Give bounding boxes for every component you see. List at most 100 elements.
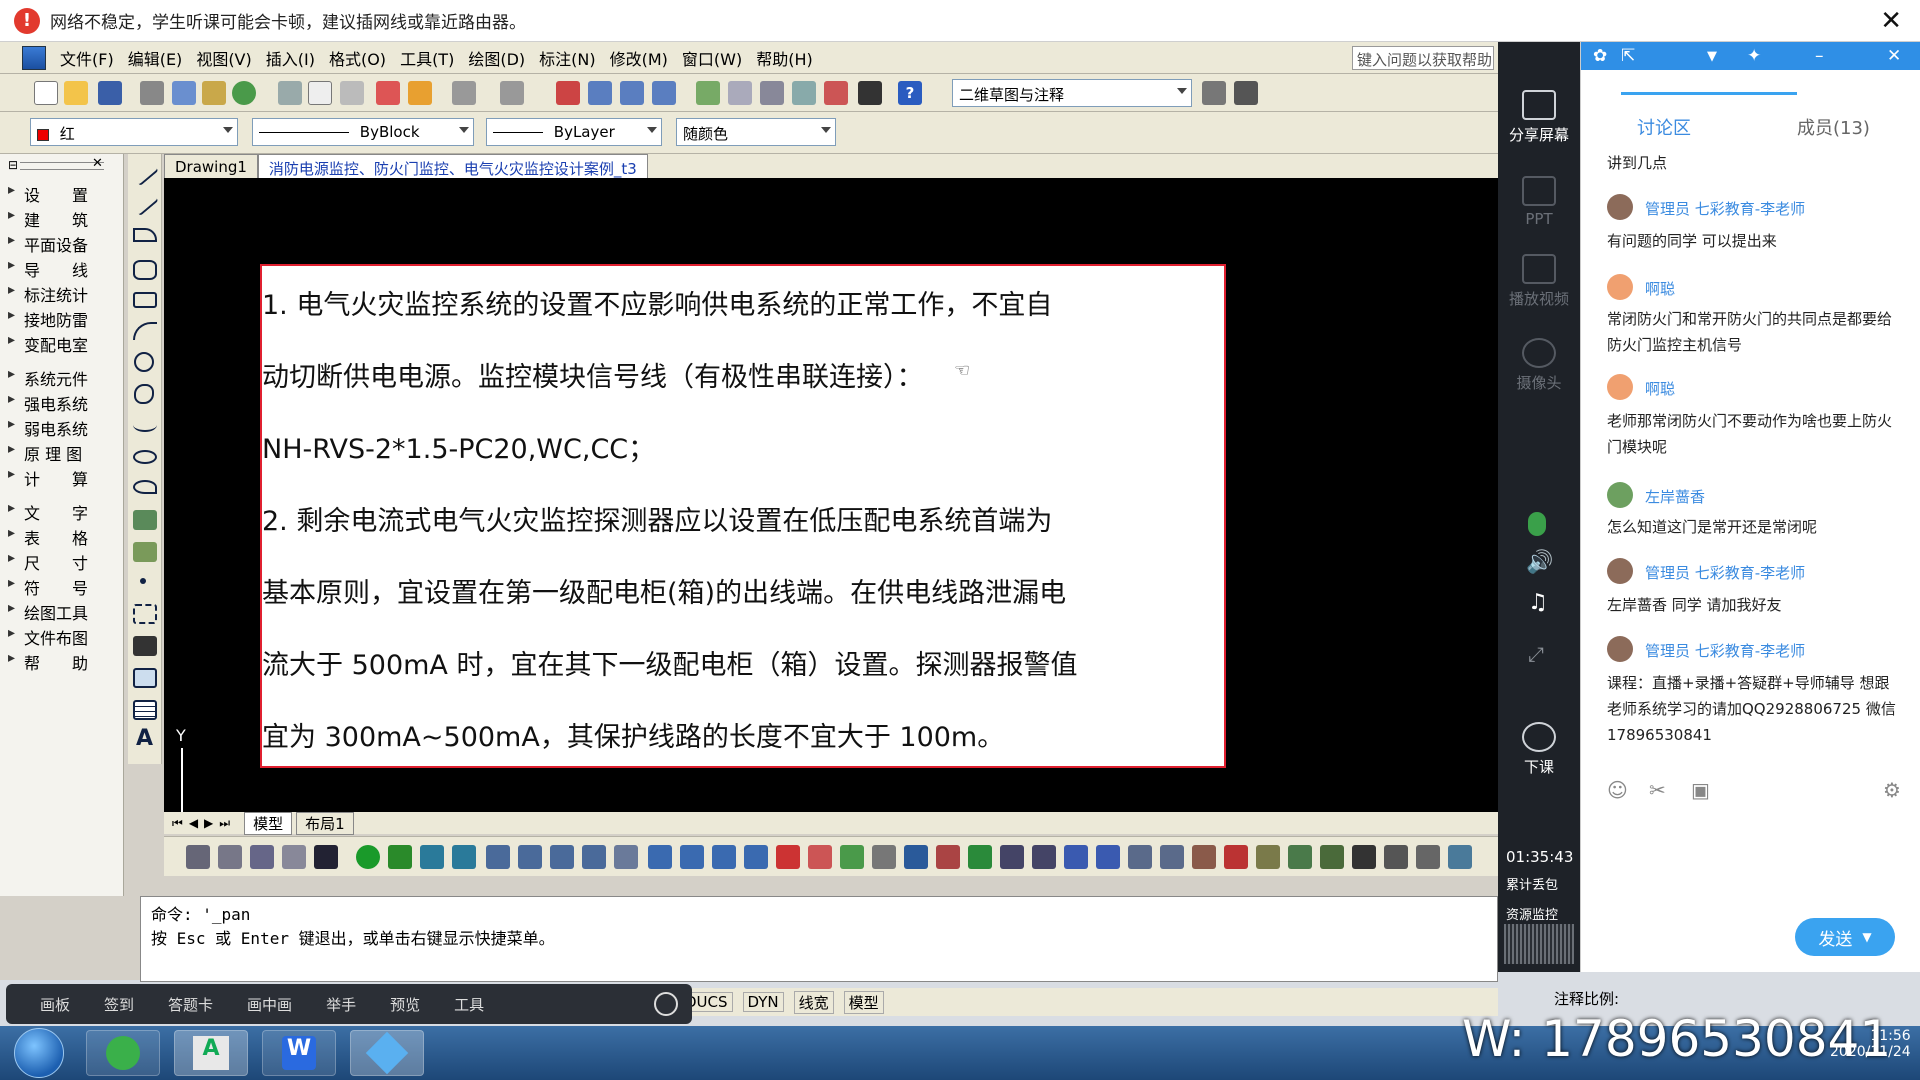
grid-icon[interactable] — [388, 845, 412, 869]
close-icon[interactable]: ✕ — [1880, 6, 1902, 36]
construction-line-icon[interactable] — [131, 189, 159, 217]
tool-icon[interactable] — [1288, 845, 1312, 869]
tree-item-dimension[interactable]: 尺 寸 — [8, 550, 120, 573]
picture-in-picture-button[interactable]: 画中画 — [247, 994, 292, 1015]
make-block-icon[interactable] — [133, 542, 157, 562]
tool-icon[interactable] — [218, 845, 242, 869]
tab-model[interactable]: 模型 — [244, 811, 293, 835]
zoom-window-icon[interactable] — [620, 81, 644, 105]
dyn-toggle[interactable]: DYN — [742, 992, 784, 1012]
tab-drawing1[interactable]: Drawing1 — [164, 154, 258, 178]
text-note-box[interactable]: 1. 电气火灾监控系统的设置不应影响供电系统的正常工作，不宜自 动切断供电电源。… — [260, 264, 1226, 768]
tool-icon[interactable] — [1032, 845, 1056, 869]
tool-icon[interactable] — [1256, 845, 1280, 869]
menu-draw[interactable]: 绘图(D) — [468, 46, 525, 70]
menu-format[interactable]: 格式(O) — [329, 46, 386, 70]
tree-item-schematic[interactable]: 原 理 图 — [8, 441, 120, 464]
gradient-icon[interactable] — [133, 636, 157, 656]
tree-item-system-elements[interactable]: 系统元件 — [8, 366, 120, 389]
tool-icon[interactable] — [282, 845, 306, 869]
collapse-icon[interactable]: ⊟ — [8, 158, 18, 172]
sheet-set-icon[interactable] — [792, 81, 816, 105]
tree-item-settings[interactable]: 设 置 — [8, 182, 120, 205]
match-properties-icon[interactable] — [376, 81, 400, 105]
start-button-icon[interactable] — [14, 1028, 64, 1078]
calculator-icon[interactable] — [858, 81, 882, 105]
resource-monitor-label[interactable]: 资源监控 — [1506, 904, 1558, 923]
external-icon[interactable]: ⇱ — [1621, 46, 1635, 66]
minimize-icon[interactable]: – — [1815, 46, 1824, 66]
menu-file[interactable]: 文件(F) — [60, 46, 114, 70]
tree-item-grounding[interactable]: 接地防雷 — [8, 307, 120, 330]
preview-button[interactable]: 预览 — [390, 994, 420, 1015]
system-clock[interactable]: 11:56 2020/11/24 — [1830, 1028, 1911, 1060]
tree-item-symbol[interactable]: 符 号 — [8, 575, 120, 598]
close-icon[interactable]: ✕ — [92, 156, 103, 171]
rectangle-icon[interactable] — [133, 292, 157, 308]
tool-icon[interactable] — [550, 845, 574, 869]
lineweight-toggle[interactable]: 线宽 — [793, 990, 834, 1014]
revcloud-icon[interactable] — [134, 384, 154, 404]
snap-icon[interactable] — [356, 845, 380, 869]
raise-hand-button[interactable]: 举手 — [326, 994, 356, 1015]
send-button[interactable]: 发送 ▼ — [1795, 918, 1895, 956]
multiline-text-icon[interactable]: A — [136, 726, 153, 751]
prev-tab-icon[interactable]: ◀ — [189, 816, 198, 830]
save-icon[interactable] — [98, 81, 122, 105]
tool-icon[interactable] — [680, 845, 704, 869]
tree-item-text[interactable]: 文 字 — [8, 500, 120, 523]
menu-view[interactable]: 视图(V) — [196, 46, 251, 70]
paste-icon[interactable] — [340, 81, 364, 105]
sign-in-button[interactable]: 签到 — [104, 994, 134, 1015]
speaker-icon[interactable]: 🔊 — [1526, 550, 1553, 575]
cut-icon[interactable] — [278, 81, 302, 105]
new-file-icon[interactable] — [34, 81, 58, 105]
tree-item-table[interactable]: 表 格 — [8, 525, 120, 548]
tool-icon[interactable] — [936, 845, 960, 869]
answer-card-button[interactable]: 答题卡 — [168, 994, 213, 1015]
tools-button[interactable]: 工具 — [454, 994, 484, 1015]
end-class-button[interactable]: 下课 — [1498, 722, 1580, 777]
tool-icon[interactable] — [968, 845, 992, 869]
zoom-previous-icon[interactable] — [652, 81, 676, 105]
globe-icon[interactable] — [232, 81, 256, 105]
tool-icon[interactable] — [1064, 845, 1088, 869]
polyline-icon[interactable] — [133, 228, 157, 242]
tree-item-layout[interactable]: 文件布图 — [8, 625, 120, 648]
menu-help[interactable]: 帮助(H) — [756, 46, 813, 70]
chevron-down-icon[interactable]: ▼ — [1862, 930, 1871, 944]
menu-modify[interactable]: 修改(M) — [610, 46, 668, 70]
tool-icon[interactable] — [1224, 845, 1248, 869]
ppt-button[interactable]: PPT — [1498, 176, 1580, 228]
region-icon[interactable] — [133, 668, 157, 688]
tool-icon[interactable] — [582, 845, 606, 869]
tool-icon[interactable] — [712, 845, 736, 869]
tree-item-strong-system[interactable]: 强电系统 — [8, 391, 120, 414]
plotstyle-select[interactable]: 随颜色 — [676, 118, 836, 146]
workspace-select[interactable]: 二维草图与注释 — [952, 79, 1192, 107]
tree-item-weak-system[interactable]: 弱电系统 — [8, 416, 120, 439]
preview-icon[interactable] — [172, 81, 196, 105]
music-icon[interactable]: ♫ — [1528, 590, 1548, 615]
open-folder-icon[interactable] — [64, 81, 88, 105]
autocad-app-icon[interactable] — [22, 45, 46, 70]
lock-icon[interactable] — [1352, 845, 1376, 869]
table-icon[interactable] — [133, 700, 157, 720]
command-window[interactable]: 命令: '_pan 按 Esc 或 Enter 键退出，或单击右键显示快捷菜单。 — [140, 896, 1498, 982]
tree-item-wire[interactable]: 导 线 — [8, 257, 120, 280]
properties-icon[interactable] — [696, 81, 720, 105]
print-icon[interactable] — [140, 81, 164, 105]
tool-icon[interactable] — [1000, 845, 1024, 869]
tree-item-calculation[interactable]: 计 算 — [8, 466, 120, 489]
tool-icon[interactable] — [1448, 845, 1472, 869]
lock-toolbar-icon[interactable] — [1234, 81, 1258, 105]
tab-discussion[interactable]: 讨论区 — [1637, 114, 1691, 140]
menu-tools[interactable]: 工具(T) — [400, 46, 454, 70]
ellipse-arc-icon[interactable] — [133, 480, 157, 494]
tree-item-plan-device[interactable]: 平面设备 — [8, 232, 120, 255]
polygon-icon[interactable] — [133, 260, 157, 280]
tool-palettes-icon[interactable] — [760, 81, 784, 105]
redo-icon[interactable] — [500, 81, 524, 105]
tool-icon[interactable] — [452, 845, 476, 869]
drawing-canvas[interactable]: 1. 电气火灾监控系统的设置不应影响供电系统的正常工作，不宜自 动切断供电电源。… — [164, 178, 1498, 812]
